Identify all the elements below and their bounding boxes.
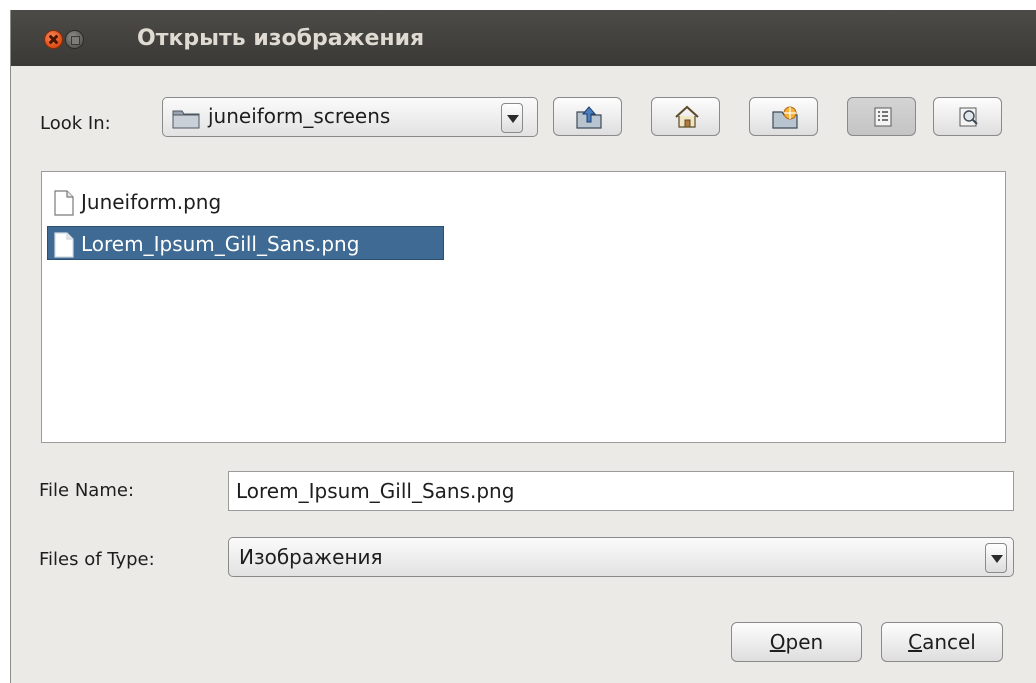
file-name-input[interactable]	[228, 471, 1014, 511]
file-list[interactable]: Juneiform.png Lorem_Ipsum_Gill_Sans.png	[41, 171, 1006, 443]
new-folder-icon	[772, 106, 798, 129]
file-item[interactable]: Juneiform.png	[48, 185, 288, 219]
file-type-combo[interactable]: Изображения	[228, 537, 1014, 577]
create-new-folder-button[interactable]	[749, 97, 818, 136]
details-view-button[interactable]	[933, 97, 1002, 136]
chevron-down-icon[interactable]	[985, 543, 1007, 573]
details-view-icon	[959, 107, 978, 127]
open-mnemonic: O	[769, 630, 786, 654]
up-one-level-button[interactable]	[553, 97, 622, 136]
open-dialog: Открыть изображения Look In: juneiform_s…	[10, 10, 1036, 683]
home-icon	[675, 105, 699, 128]
open-label: pen	[785, 630, 824, 654]
folder-icon	[172, 110, 200, 129]
look-in-combo[interactable]: juneiform_screens	[162, 97, 538, 137]
list-view-button[interactable]	[847, 97, 916, 136]
file-type-value: Изображения	[239, 545, 383, 569]
open-button[interactable]: Open	[731, 622, 862, 662]
look-in-label: Look In:	[40, 113, 111, 134]
file-name: Lorem_Ipsum_Gill_Sans.png	[81, 232, 360, 256]
chevron-down-icon[interactable]	[501, 103, 523, 133]
cancel-button[interactable]: Cancel	[881, 622, 1003, 662]
up-folder-icon	[576, 106, 602, 129]
list-view-icon	[874, 107, 892, 127]
close-window-icon[interactable]	[44, 30, 63, 49]
cancel-mnemonic: C	[908, 630, 923, 654]
home-button[interactable]	[651, 97, 720, 136]
file-name-label: File Name:	[39, 480, 135, 501]
file-type-label: Files of Type:	[39, 549, 155, 570]
file-icon	[54, 190, 74, 216]
file-icon	[54, 232, 74, 258]
look-in-value: juneiform_screens	[208, 104, 391, 128]
minimize-window-icon[interactable]	[65, 30, 84, 49]
file-item[interactable]: Lorem_Ipsum_Gill_Sans.png	[47, 226, 444, 260]
window-title: Открыть изображения	[137, 26, 425, 51]
file-name: Juneiform.png	[81, 190, 222, 214]
cancel-label: ancel	[922, 630, 976, 654]
title-bar[interactable]: Открыть изображения	[11, 10, 1036, 66]
